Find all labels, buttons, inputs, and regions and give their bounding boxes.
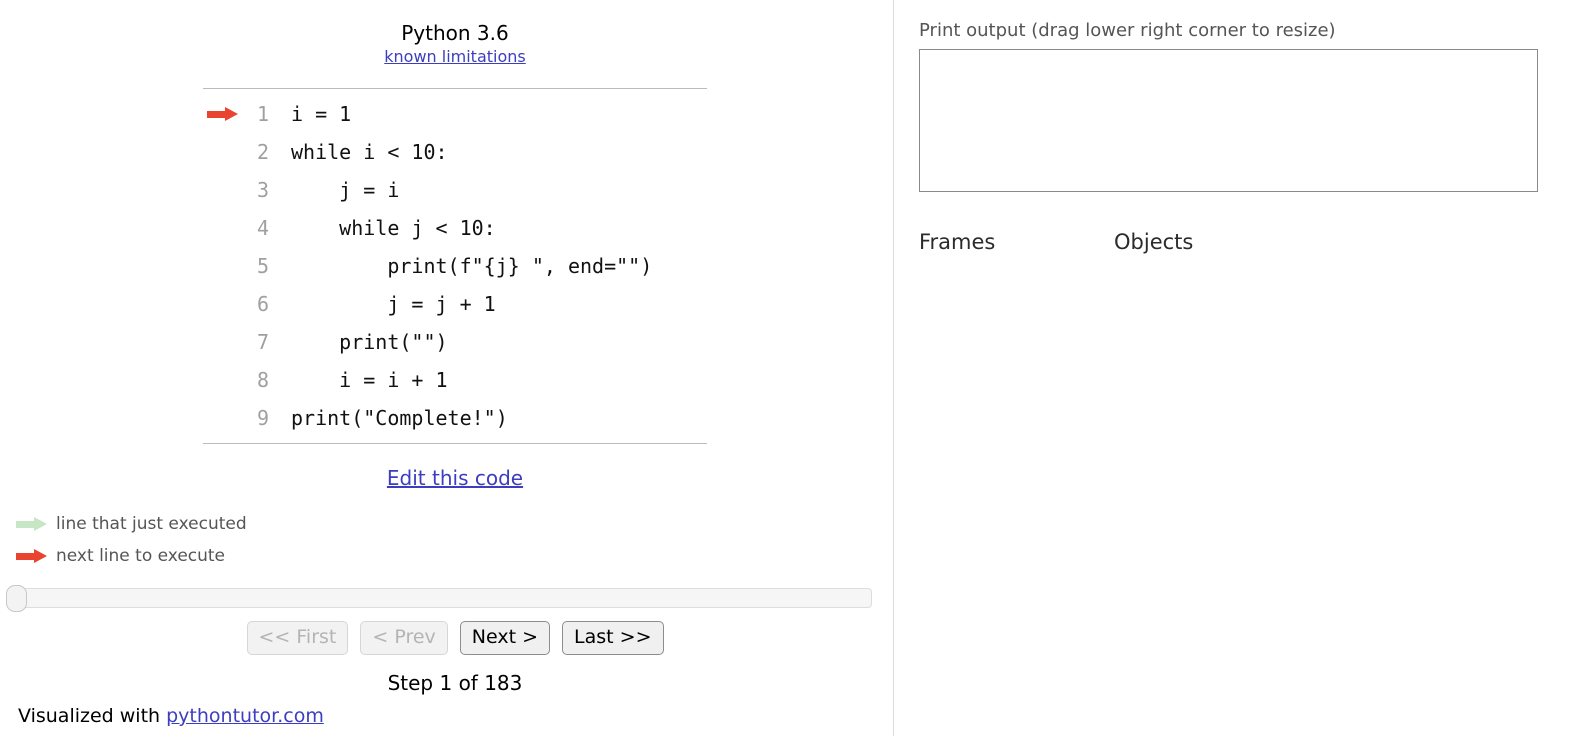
code-line-text: i = i + 1 [291, 368, 448, 392]
pythontutor-visualizer: Python 3.6 known limitations 1 i = 1 2 w… [0, 0, 1577, 736]
line-number: 2 [256, 140, 269, 164]
last-step-button[interactable]: Last >> [562, 621, 664, 655]
step-counter-label: Step 1 of 183 [387, 671, 523, 695]
code-line-text: while j < 10: [291, 216, 496, 240]
code-row[interactable]: 5 print(f"{j} ", end="") [203, 247, 707, 285]
code-line-text: i = 1 [291, 102, 352, 126]
code-row[interactable]: 8 i = i + 1 [203, 361, 707, 399]
code-and-controls-pane: Python 3.6 known limitations 1 i = 1 2 w… [0, 0, 893, 736]
next-line-arrow-icon [207, 107, 239, 121]
code-line-text: print("Complete!") [291, 406, 508, 430]
line-number: 1 [256, 102, 269, 126]
line-number: 7 [256, 330, 269, 354]
legend-label-next-line: next line to execute [56, 546, 226, 566]
code-row[interactable]: 9 print("Complete!") [203, 399, 707, 437]
output-and-state-pane: Print output (drag lower right corner to… [894, 0, 1577, 736]
print-output-label: Print output (drag lower right corner to… [919, 20, 1336, 41]
objects-heading: Objects [1114, 230, 1194, 254]
legend-row-just-executed: line that just executed [16, 508, 247, 540]
footer-credit-prefix: Visualized with [18, 705, 167, 727]
code-row[interactable]: 7 print("") [203, 323, 707, 361]
code-line-text: while i < 10: [291, 140, 448, 164]
edit-this-code-link[interactable]: Edit this code [203, 466, 707, 490]
line-number: 4 [256, 216, 269, 240]
code-header: Python 3.6 known limitations [203, 20, 707, 68]
frames-heading: Frames [919, 230, 996, 254]
execution-arrow-legend: line that just executed next line to exe… [16, 508, 247, 572]
line-number: 3 [256, 178, 269, 202]
just-executed-arrow-icon [16, 517, 56, 531]
line-number: 6 [256, 292, 269, 316]
execution-slider-handle[interactable] [6, 585, 27, 612]
code-line-text: j = i [291, 178, 400, 202]
step-navigation-buttons: << First < Prev Next > Last >> [203, 621, 707, 655]
code-row[interactable]: 6 j = j + 1 [203, 285, 707, 323]
execution-arrow-cell [203, 107, 247, 121]
code-line-text: j = j + 1 [291, 292, 496, 316]
legend-label-just-executed: line that just executed [56, 514, 247, 534]
legend-row-next-line: next line to execute [16, 540, 247, 572]
python-version-label: Python 3.6 [401, 21, 509, 45]
code-row[interactable]: 1 i = 1 [203, 95, 707, 133]
pythontutor-link[interactable]: pythontutor.com [166, 705, 324, 727]
next-step-button[interactable]: Next > [459, 621, 551, 655]
code-line-text: print("") [291, 330, 448, 354]
footer-credit: Visualized with pythontutor.com [18, 705, 324, 727]
line-number: 9 [256, 406, 269, 430]
known-limitations-link[interactable]: known limitations [384, 47, 526, 66]
code-row[interactable]: 3 j = i [203, 171, 707, 209]
code-listing: 1 i = 1 2 while i < 10: 3 j = i 4 while … [203, 88, 707, 444]
code-row[interactable]: 2 while i < 10: [203, 133, 707, 171]
code-line-text: print(f"{j} ", end="") [291, 254, 653, 278]
line-number: 8 [256, 368, 269, 392]
prev-step-button[interactable]: < Prev [360, 621, 448, 655]
next-line-arrow-icon [16, 549, 56, 563]
first-step-button[interactable]: << First [246, 621, 349, 655]
execution-slider-track[interactable] [10, 588, 872, 608]
code-row[interactable]: 4 while j < 10: [203, 209, 707, 247]
print-output-textarea[interactable] [919, 49, 1538, 192]
line-number: 5 [256, 254, 269, 278]
